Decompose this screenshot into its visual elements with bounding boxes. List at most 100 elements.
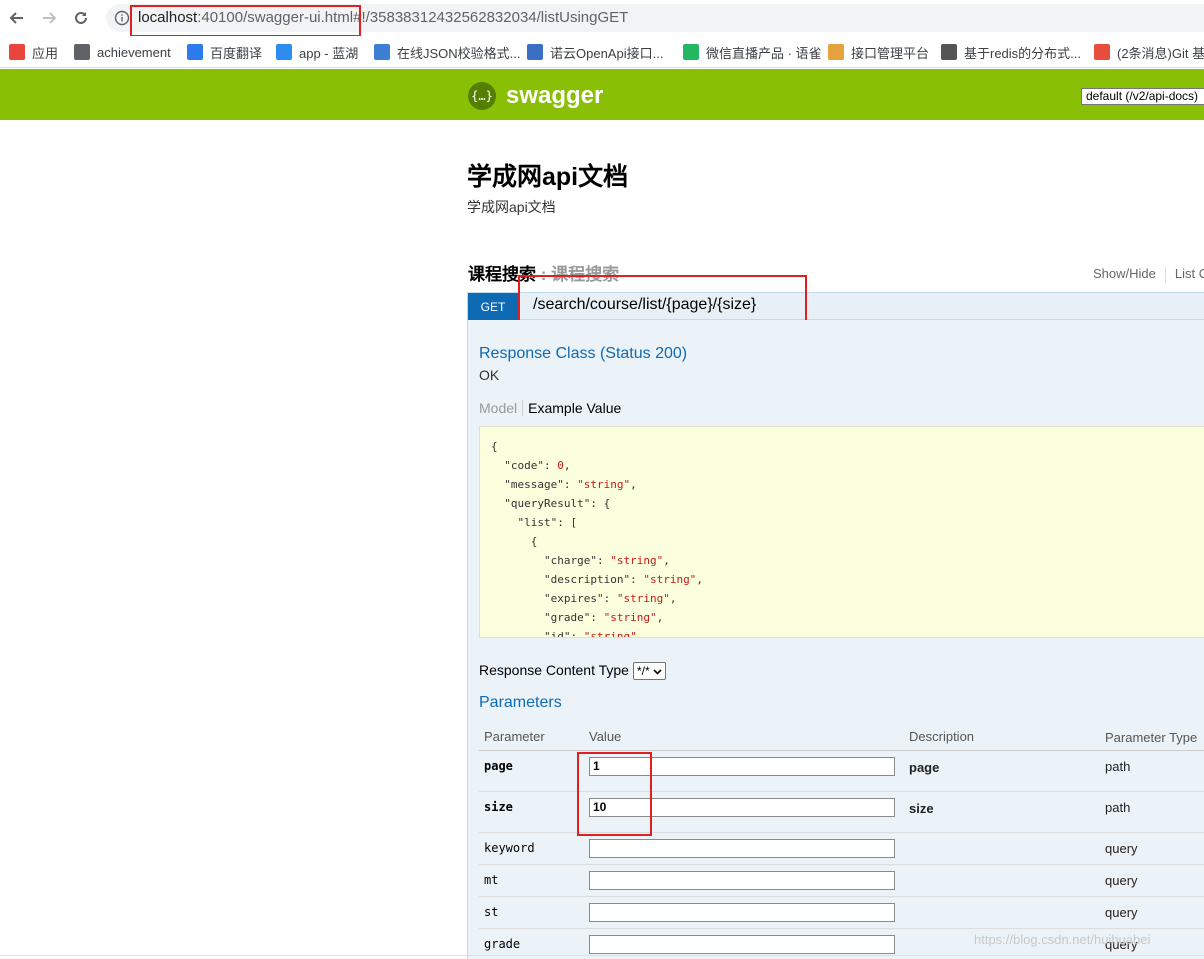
doc-title: 学成网api文档 xyxy=(467,163,629,191)
parameter-size-input[interactable] xyxy=(589,797,895,817)
translate-icon xyxy=(187,44,203,60)
chevron-down-icon xyxy=(653,669,662,675)
bookmark-label: 接口管理平台 xyxy=(851,45,930,61)
header-parameter-type: Parameter Type xyxy=(1100,716,1204,751)
tab-model[interactable]: Model xyxy=(479,400,524,416)
url-host: localhost xyxy=(138,9,198,26)
bookmark-item[interactable]: 应用 xyxy=(9,42,58,62)
parameter-description xyxy=(904,832,1100,865)
parameter-name: mt xyxy=(479,864,584,897)
header-description: Description xyxy=(904,716,1100,751)
reload-icon[interactable] xyxy=(69,6,93,30)
parameter-row: keyword query xyxy=(479,832,1204,865)
lanhu-icon xyxy=(276,44,292,60)
bookmark-item[interactable]: app - 蓝湖 xyxy=(276,42,358,62)
parameter-value-cell xyxy=(584,791,904,833)
bookmarks-bar: 应用 achievement 百度翻译 app - 蓝湖 在线JSON校验格式... 诺云… xyxy=(0,36,1204,68)
parameter-row: sizesizepath xyxy=(479,791,1204,833)
json-b-icon xyxy=(374,44,390,60)
link-divider xyxy=(1164,266,1166,283)
url-text: localhost:40100/swagger-ui.html#!/358383… xyxy=(138,9,628,26)
bookmark-label: 微信直播产品 · 语雀 xyxy=(706,45,822,61)
bookmark-item[interactable]: 微信直播产品 · 语雀 xyxy=(683,42,822,62)
parameter-name: size xyxy=(479,791,584,833)
parameter-name: keyword xyxy=(479,832,584,865)
show-hide-link[interactable]: Show/Hide xyxy=(1093,266,1156,281)
watermark-text: https://blog.csdn.net/huihuabei xyxy=(974,932,1151,947)
parameter-type: query xyxy=(1100,832,1204,865)
bookmark-label: 基于redis的分布式... xyxy=(964,45,1082,61)
parameter-type: path xyxy=(1100,750,1204,792)
bookmark-item[interactable]: (2条消息)Git 基于 xyxy=(1094,42,1204,62)
csdn-icon xyxy=(941,44,957,60)
globe-icon xyxy=(74,44,90,60)
parameter-mt-input[interactable] xyxy=(589,870,895,890)
tab-example-value[interactable]: Example Value xyxy=(523,400,621,416)
apps-grid-icon xyxy=(9,44,25,60)
list-operations-link[interactable]: List Operations xyxy=(1175,266,1204,281)
parameter-name: page xyxy=(479,750,584,792)
yuque-icon xyxy=(683,44,699,60)
operation-heading[interactable]: GET /search/course/list/{page}/{size} xyxy=(467,292,1204,320)
resource-name[interactable]: 课程搜索 xyxy=(468,265,536,284)
forward-arrow-icon[interactable] xyxy=(37,6,61,30)
swagger-logo-icon: {…} xyxy=(468,82,496,110)
content-type-select[interactable]: */* xyxy=(632,662,666,681)
swagger-logo-text: swagger xyxy=(506,82,604,109)
content-type-value: */* xyxy=(636,664,650,679)
parameter-st-input[interactable] xyxy=(589,902,895,922)
parameter-description xyxy=(904,864,1100,897)
bookmark-item[interactable]: 基于redis的分布式... xyxy=(941,42,1081,62)
address-bar[interactable]: localhost:40100/swagger-ui.html#!/358383… xyxy=(106,4,1204,32)
bookmark-item[interactable]: 在线JSON校验格式... xyxy=(374,42,521,62)
bookmark-item[interactable]: 百度翻译 xyxy=(187,42,262,62)
yapi-icon xyxy=(828,44,844,60)
bookmark-label: (2条消息)Git 基于 xyxy=(1117,45,1204,61)
bookmark-item[interactable]: 接口管理平台 xyxy=(828,42,929,62)
bookmark-label: 在线JSON校验格式... xyxy=(397,45,521,61)
response-class-title: Response Class (Status 200) xyxy=(479,345,688,362)
content-type-label: Response Content Type xyxy=(479,662,629,678)
header-parameter: Parameter xyxy=(479,716,584,751)
parameter-value-cell xyxy=(584,896,904,929)
response-status-text: OK xyxy=(479,367,500,383)
resource-description: 课程搜索 xyxy=(551,265,620,284)
parameter-description: size xyxy=(904,791,1100,833)
csdn-c-icon xyxy=(1094,44,1110,60)
parameter-grade-input[interactable] xyxy=(589,934,895,954)
api-spec-select[interactable]: default (/v2/api-docs) xyxy=(1081,88,1204,105)
swagger-header: {…} swagger xyxy=(0,69,1204,120)
back-arrow-icon[interactable] xyxy=(5,6,29,30)
parameter-keyword-input[interactable] xyxy=(589,838,895,858)
example-json-box[interactable]: { "code": 0, "message": "string", "query… xyxy=(479,426,1204,638)
doc-description: 学成网api文档 xyxy=(467,199,556,215)
bookmark-label: 诺云OpenApi接口... xyxy=(550,45,664,61)
bookmark-label: achievement xyxy=(97,44,171,60)
parameter-page-input[interactable] xyxy=(589,756,895,776)
parameter-row: st query xyxy=(479,896,1204,929)
header-value: Value xyxy=(584,716,904,751)
info-icon[interactable] xyxy=(114,10,130,26)
parameters-header-row: Parameter Value Description Parameter Ty… xyxy=(479,716,1204,751)
parameter-value-cell xyxy=(584,864,904,897)
resource-separator: : xyxy=(536,265,552,284)
bottom-divider xyxy=(0,955,1204,956)
swagger-logo[interactable]: {…} swagger xyxy=(468,82,603,110)
bookmark-item[interactable]: achievement xyxy=(74,42,171,62)
api-icon xyxy=(527,44,543,60)
parameter-type: query xyxy=(1100,864,1204,897)
http-method-badge[interactable]: GET xyxy=(468,293,518,320)
parameter-name: st xyxy=(479,896,584,929)
parameters-title: Parameters xyxy=(479,694,562,711)
parameter-row: mt query xyxy=(479,864,1204,897)
parameter-type: query xyxy=(1100,896,1204,929)
operation-path[interactable]: /search/course/list/{page}/{size} xyxy=(533,296,756,314)
bookmark-item[interactable]: 诺云OpenApi接口... xyxy=(527,42,663,62)
parameter-row: pagepagepath xyxy=(479,750,1204,792)
operation-body: Response Class (Status 200) OK Model Exam… xyxy=(467,320,1204,959)
parameter-type: path xyxy=(1100,791,1204,833)
signature-tabs: Model Example Value xyxy=(479,400,621,416)
bookmark-label: 应用 xyxy=(32,45,59,61)
bookmark-label: 百度翻译 xyxy=(210,45,263,61)
resource-heading[interactable]: 课程搜索 : 课程搜索 xyxy=(468,260,619,285)
